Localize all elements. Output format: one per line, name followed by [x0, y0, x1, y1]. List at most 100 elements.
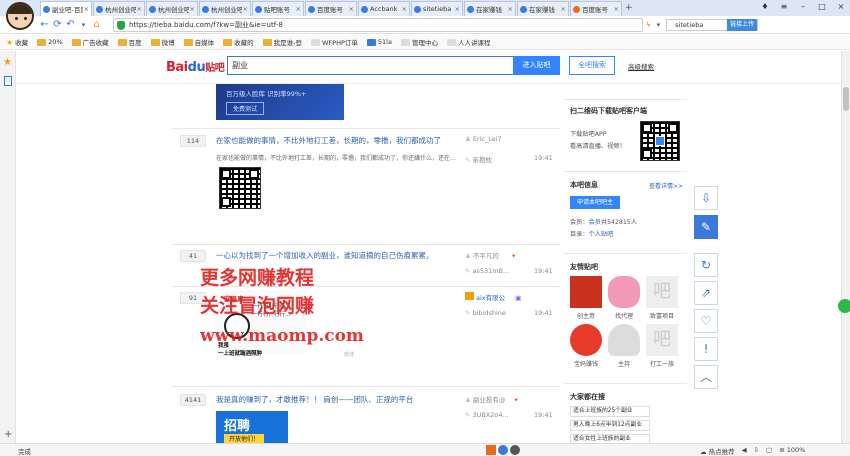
thread-title[interactable]: 我是真的赚到了，才敢推荐！！ 肩创——团队、正规的平台	[216, 394, 413, 405]
favorite-heart-icon[interactable]: ♡	[694, 309, 718, 333]
ad-banner[interactable]: 百万级人脸库 识别率99%+ 免费测试	[216, 84, 344, 120]
tab[interactable]: 在家赚钱 ×	[517, 1, 569, 16]
thread-last-reply[interactable]: ✎ 3UBX2o4...	[465, 411, 509, 419]
fullscreen-icon[interactable]: ▢	[766, 446, 772, 456]
thread-author[interactable]: ♟ 副业投有@ ✦	[465, 394, 519, 404]
thread-title[interactable]: 在家也能做的事情，不比外地打工差，长期的，零撸，我们都成功了	[216, 135, 441, 146]
bookmark-item[interactable]: 广告收藏	[71, 37, 109, 47]
search-all-button[interactable]: 全吧搜索	[569, 56, 615, 75]
thread-last-reply[interactable]: ✎ 亲抱枕	[465, 154, 492, 164]
directory-link[interactable]: 个人贴吧	[589, 231, 614, 238]
browser-search-input[interactable]: sitetieba 链接上传	[666, 19, 759, 31]
vertical-scrollbar[interactable]	[841, 51, 850, 443]
scroll-thumb[interactable]	[843, 87, 849, 111]
thread-title[interactable]: 一心以为找到了一个增加收入的副业，谁知道摘的自己伤痕累累。	[216, 250, 434, 261]
menu-icon[interactable]: ≡	[779, 2, 789, 11]
close-icon[interactable]: ×	[455, 5, 460, 13]
app-icon[interactable]	[510, 445, 520, 455]
app-qr-code[interactable]	[640, 121, 680, 161]
tieba-search-input[interactable]: 副业	[227, 56, 529, 75]
thread-author[interactable]: ♟ 不平凡的 ✦	[465, 250, 516, 260]
add-icon[interactable]: +	[4, 429, 12, 440]
thread-author[interactable]: aix有限公 ▣	[465, 292, 521, 302]
close-icon[interactable]: ×	[296, 5, 301, 13]
close-window-icon[interactable]: ×	[836, 2, 846, 11]
apply-moderator-button[interactable]: 申请本吧吧主	[570, 196, 620, 209]
tab[interactable]: 在家赚钱 ×	[464, 1, 516, 16]
speaker-icon[interactable]: ◀	[742, 446, 747, 456]
promo-image[interactable]: 招聘 开放他们！	[216, 411, 288, 447]
bookmark-item[interactable]: 自媒体	[183, 37, 214, 47]
friend-bar-item[interactable]: 宝妈赚钱	[570, 324, 602, 368]
friend-bar-item[interactable]: 找代理	[608, 276, 640, 320]
advanced-search-link[interactable]: 高级搜索	[628, 61, 654, 71]
bookmark-item[interactable]: 人人讲课程	[446, 37, 490, 47]
bookmark-item[interactable]: 微博	[150, 37, 175, 47]
back-icon[interactable]: ←	[38, 19, 51, 30]
download-icon[interactable]: ⇩	[754, 446, 759, 456]
dropdown-icon[interactable]: ▾	[77, 21, 90, 29]
hot-search-item[interactable]: 适合上班族的25个副业	[570, 406, 650, 417]
tab[interactable]: 百度账号 ×	[305, 1, 357, 16]
new-tab-button[interactable]: +	[625, 1, 633, 16]
tab[interactable]: 杭州创业吧 ×	[146, 1, 198, 16]
tab[interactable]: Accbank ×	[358, 1, 410, 16]
hot-news-link[interactable]: ☁ 热点推荐	[700, 446, 735, 456]
friend-bar-item[interactable]: 主持	[608, 324, 640, 368]
upload-link-button[interactable]: 链接上传	[727, 19, 758, 31]
close-icon[interactable]: ×	[243, 5, 248, 13]
maximize-icon[interactable]: □	[817, 2, 827, 11]
close-icon[interactable]: ×	[137, 5, 142, 13]
bar-info-more-link[interactable]: 查看详情>>	[649, 181, 683, 190]
close-icon[interactable]: ×	[508, 5, 513, 13]
back-to-top-icon[interactable]: ︿	[694, 365, 718, 389]
tieba-logo[interactable]: Baidu贴吧	[166, 59, 225, 75]
bookmark-item[interactable]: ★ 收藏	[6, 37, 28, 48]
bookmark-item[interactable]: 51la	[366, 38, 392, 46]
post-thread-icon[interactable]: ✎	[694, 215, 718, 239]
zoom-control[interactable]: ⊕ 100%	[779, 446, 805, 456]
tab[interactable]: 杭州创业吧 ×	[93, 1, 145, 16]
bookmark-item[interactable]: 我是谁-登	[262, 37, 302, 47]
report-icon[interactable]: !	[694, 337, 718, 361]
tab[interactable]: 百度账号 ×	[570, 1, 622, 16]
tab[interactable]: 贴吧账号 ×	[252, 1, 304, 16]
document-icon[interactable]	[4, 76, 12, 86]
ad-button[interactable]: 免费测试	[226, 102, 265, 115]
friend-bar-item[interactable]: 吧致富项目	[646, 276, 678, 320]
download-app-icon[interactable]: ⇩	[694, 186, 718, 210]
home-icon[interactable]: ⌂	[90, 19, 103, 30]
bookmark-item[interactable]: 收藏的	[223, 37, 254, 47]
help-icon[interactable]	[498, 445, 508, 455]
assistant-bubble-icon[interactable]	[838, 299, 850, 313]
url-input[interactable]: https://tieba.baidu.com/f?kw=副业&ie=utf-8	[113, 18, 643, 32]
close-icon[interactable]: ×	[402, 5, 407, 13]
close-icon[interactable]: ×	[190, 5, 195, 13]
refresh-icon[interactable]: ↻	[694, 253, 718, 277]
enter-bar-button[interactable]: 进入贴吧	[513, 56, 560, 75]
undo-icon[interactable]: ↶	[64, 19, 77, 30]
friend-bar-item[interactable]: 吧打工一族	[646, 324, 678, 368]
bookmark-item[interactable]: 管理中心	[400, 37, 438, 47]
tab[interactable]: 杭州创业吧 ×	[199, 1, 251, 16]
browser-avatar[interactable]	[6, 2, 34, 30]
hot-search-item[interactable]: 男人晚上6点半到12点副业	[570, 420, 650, 431]
thread-last-reply[interactable]: ✎ bibidshine	[465, 309, 506, 317]
thread-author[interactable]: ♟ Eric_Lei7	[465, 135, 502, 143]
bookmark-item[interactable]: 百度	[117, 37, 142, 47]
qr-code-image[interactable]	[219, 167, 261, 209]
members-link[interactable]: 会员	[589, 219, 601, 226]
close-icon[interactable]: ×	[561, 5, 566, 13]
lightning-icon[interactable]: ϟ	[646, 21, 651, 29]
close-icon[interactable]: ×	[349, 5, 354, 13]
share-icon[interactable]: ⇗	[694, 281, 718, 305]
thread-last-reply[interactable]: ✎ as531mB...	[465, 267, 509, 275]
favorites-star-icon[interactable]: ★	[3, 57, 12, 68]
bookmark-item[interactable]: WFPHP订单	[310, 37, 358, 47]
skin-icon[interactable]: ♦	[760, 2, 770, 11]
refresh-icon[interactable]: ⟳	[51, 19, 64, 30]
chevron-down-icon[interactable]: ▾	[657, 21, 661, 29]
close-icon[interactable]: ×	[84, 5, 89, 13]
bookmark-item[interactable]: 20%	[37, 38, 63, 46]
tab[interactable]: 副业吧-百度贴吧×	[40, 1, 92, 16]
